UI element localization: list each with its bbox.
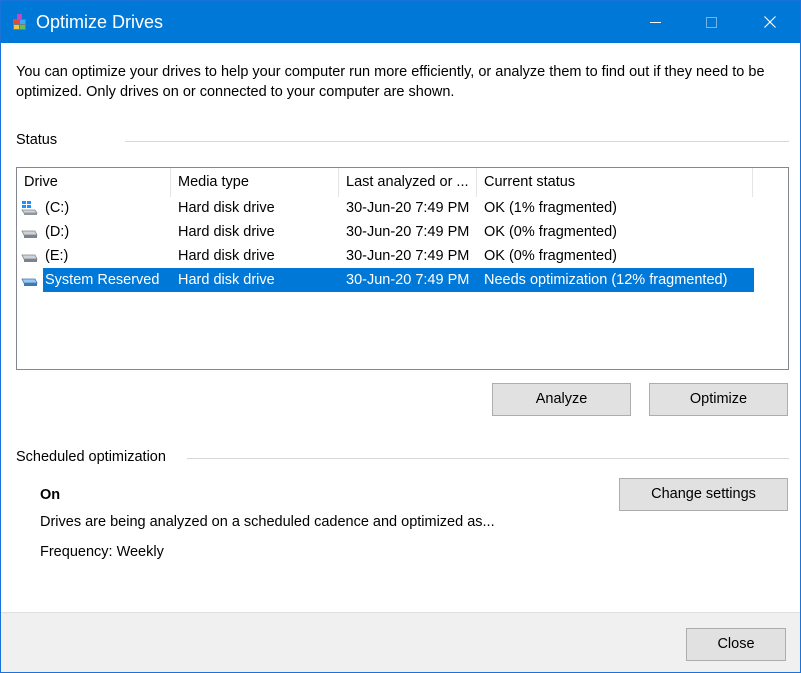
title-bar[interactable]: Optimize Drives <box>1 1 800 43</box>
drive-row[interactable]: (D:) Hard disk drive 30-Jun-20 7:49 PM O… <box>17 220 753 244</box>
media-type: Hard disk drive <box>178 200 275 216</box>
media-type: Hard disk drive <box>178 272 275 288</box>
status-divider <box>125 141 789 142</box>
close-button[interactable]: Close <box>686 628 786 661</box>
maximize-button[interactable] <box>688 1 734 43</box>
column-header-media-type[interactable]: Media type <box>171 168 339 197</box>
maximize-icon <box>706 17 717 28</box>
intro-text: You can optimize your drives to help you… <box>16 64 765 100</box>
hard-drive-icon <box>21 230 38 238</box>
change-settings-button[interactable]: Change settings <box>619 478 788 511</box>
drive-list[interactable]: Drive Media type Last analyzed or ... Cu… <box>16 167 789 370</box>
media-type: Hard disk drive <box>178 224 275 240</box>
schedule-frequency: Frequency: Weekly <box>40 544 164 560</box>
drive-name: System Reserved <box>45 272 160 288</box>
drive-name: (E:) <box>45 248 69 264</box>
optimize-button[interactable]: Optimize <box>649 383 788 416</box>
last-analyzed: 30-Jun-20 7:49 PM <box>346 272 470 288</box>
optimize-drives-window: Optimize Drives You can optimize your dr… <box>0 0 801 673</box>
current-status: Needs optimization (12% fragmented) <box>484 272 728 288</box>
drive-row[interactable]: (E:) Hard disk drive 30-Jun-20 7:49 PM O… <box>17 244 753 268</box>
current-status: OK (0% fragmented) <box>484 224 617 240</box>
dialog-footer: Close <box>1 612 800 672</box>
column-header-current-status[interactable]: Current status <box>477 168 753 197</box>
status-group-label: Status <box>16 132 58 148</box>
close-window-button[interactable] <box>747 1 793 43</box>
scheduled-divider <box>187 458 789 459</box>
hard-drive-icon <box>21 278 38 286</box>
last-analyzed: 30-Jun-20 7:49 PM <box>346 200 470 216</box>
drive-name: (C:) <box>45 200 70 216</box>
hard-drive-icon <box>21 254 38 262</box>
current-status: OK (0% fragmented) <box>484 248 617 264</box>
scheduled-group-label: Scheduled optimization <box>16 449 166 465</box>
close-icon <box>764 16 776 28</box>
minimize-icon <box>650 22 661 23</box>
media-type: Hard disk drive <box>178 248 275 264</box>
column-header-last-analyzed[interactable]: Last analyzed or ... <box>339 168 477 197</box>
minimize-button[interactable] <box>633 1 679 43</box>
defrag-app-icon <box>13 14 26 30</box>
last-analyzed: 30-Jun-20 7:49 PM <box>346 248 470 264</box>
column-header-drive[interactable]: Drive <box>17 168 171 197</box>
window-title: Optimize Drives <box>36 12 164 32</box>
schedule-description: Drives are being analyzed on a scheduled… <box>40 514 495 530</box>
drive-list-header: Drive Media type Last analyzed or ... Cu… <box>17 168 788 197</box>
drive-name: (D:) <box>45 224 70 240</box>
schedule-state: On <box>40 487 61 503</box>
drive-row-selected[interactable]: System Reserved Hard disk drive 30-Jun-2… <box>17 268 754 292</box>
analyze-button[interactable]: Analyze <box>492 383 631 416</box>
current-status: OK (1% fragmented) <box>484 200 617 216</box>
last-analyzed: 30-Jun-20 7:49 PM <box>346 224 470 240</box>
drive-row[interactable]: (C:) Hard disk drive 30-Jun-20 7:49 PM O… <box>17 196 753 220</box>
windows-drive-icon <box>21 201 38 215</box>
